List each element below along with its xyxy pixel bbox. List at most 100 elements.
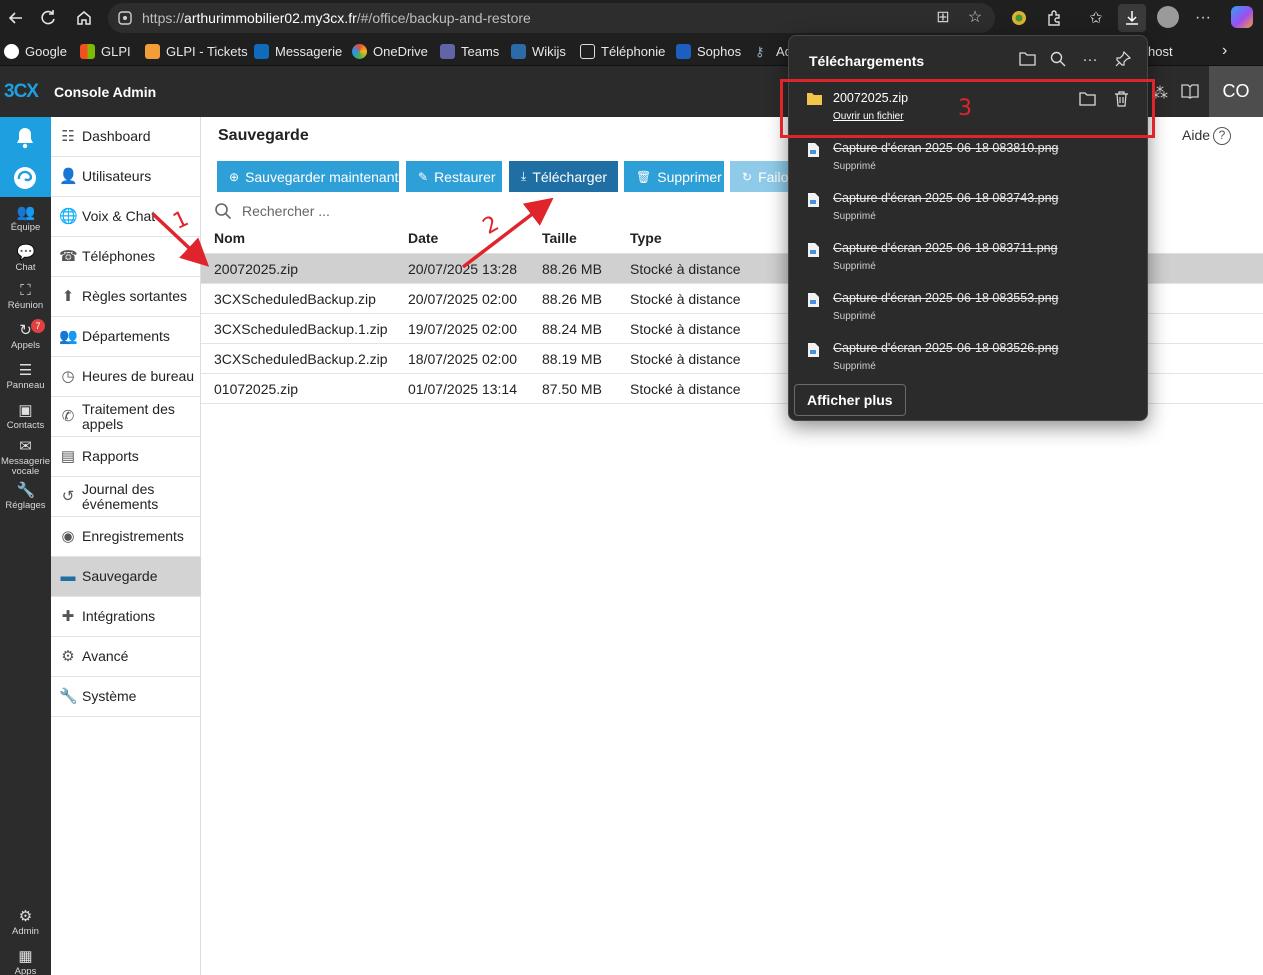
- onedrive-icon: [352, 43, 367, 59]
- restore-button[interactable]: ✎ Restaurer: [406, 161, 502, 192]
- delete-button[interactable]: 🗑 Supprimer: [624, 161, 724, 192]
- rail-appels[interactable]: ↻ Appels 7: [0, 319, 51, 351]
- download-item[interactable]: Capture d'écran 2025-06-18 083743.png Su…: [789, 188, 1149, 238]
- column-header-date[interactable]: Date: [408, 230, 438, 246]
- cell-size: 87.50 MB: [542, 381, 602, 397]
- help-icon[interactable]: ?: [1213, 127, 1231, 145]
- gear-icon: ⚙: [18, 908, 33, 925]
- download-item[interactable]: Capture d'écran 2025-06-18 083810.png Su…: [789, 138, 1149, 188]
- favorite-star-icon[interactable]: ☆: [965, 8, 985, 28]
- rail-chat[interactable]: 💬 Chat: [0, 245, 51, 273]
- rail-panneau[interactable]: ☰ Panneau: [0, 363, 51, 391]
- sidebar-item-departements[interactable]: 👥 Départements: [51, 317, 201, 357]
- book-icon[interactable]: [1181, 83, 1199, 104]
- download-item[interactable]: Capture d'écran 2025-06-18 083526.png Su…: [789, 338, 1149, 388]
- sidebar-item-sauvegarde[interactable]: ▬ Sauvegarde: [51, 557, 201, 597]
- bookmark-onedrive[interactable]: OneDrive: [352, 43, 428, 59]
- apps-grid-icon[interactable]: ⊞: [933, 8, 953, 28]
- bookmark-telephonie[interactable]: Téléphonie: [580, 43, 665, 59]
- image-file-icon: [807, 142, 821, 158]
- glpi-icon: [80, 43, 95, 59]
- rail-apps[interactable]: ▦ Apps: [0, 949, 51, 975]
- cell-size: 88.19 MB: [542, 351, 602, 367]
- column-header-name[interactable]: Nom: [214, 230, 245, 246]
- folder-icon: [580, 43, 595, 59]
- gear-icon: ⚙: [61, 647, 75, 665]
- sidebar-item-systeme[interactable]: 🔧 Système: [51, 677, 201, 717]
- copilot-icon[interactable]: [1231, 6, 1253, 28]
- failover-button[interactable]: ↻ Failo: [730, 161, 788, 192]
- wrench-icon: 🔧: [59, 687, 78, 705]
- show-more-button[interactable]: Afficher plus: [794, 384, 906, 416]
- bookmark-sophos[interactable]: Sophos: [676, 43, 741, 59]
- downloads-icon[interactable]: [1118, 4, 1146, 32]
- bookmark-google[interactable]: Google: [4, 43, 67, 59]
- user-avatar[interactable]: CO: [1209, 66, 1263, 117]
- sidebar-item-enregistrements[interactable]: ◉ Enregistrements: [51, 517, 201, 557]
- extensions-puzzle-icon[interactable]: [1042, 6, 1066, 30]
- more-options-icon[interactable]: ···: [1081, 51, 1099, 69]
- bookmark-messagerie[interactable]: Messagerie: [254, 43, 342, 59]
- address-bar[interactable]: https://arthurimmobilier02.my3cx.fr/#/of…: [108, 3, 995, 33]
- sidebar-item-dashboard[interactable]: ☷ Dashboard: [51, 117, 201, 157]
- sidebar-item-telephones[interactable]: ☎ Téléphones: [51, 237, 201, 277]
- rail-contacts[interactable]: ▣ Contacts: [0, 403, 51, 431]
- favorites-collection-icon[interactable]: ✩: [1084, 6, 1108, 30]
- profile-avatar[interactable]: [1157, 6, 1179, 28]
- bookmark-glpi[interactable]: GLPI: [80, 43, 131, 59]
- sidebar-item-regles-sortantes[interactable]: ⬆ Règles sortantes: [51, 277, 201, 317]
- sidebar-item-avance[interactable]: ⚙ Avancé: [51, 637, 201, 677]
- open-folder-icon[interactable]: [1018, 51, 1036, 69]
- wrench-icon: 🔧: [16, 482, 36, 499]
- edge-icon[interactable]: [12, 165, 38, 191]
- home-icon[interactable]: [72, 6, 96, 30]
- cell-date: 20/07/2025 02:00: [408, 291, 517, 307]
- sidebar-item-journal[interactable]: ↺ Journal des événements: [51, 477, 201, 517]
- wikijs-icon: [511, 43, 526, 59]
- report-icon: ▤: [60, 447, 76, 465]
- sidebar-item-heures-de-bureau[interactable]: ◷ Heures de bureau: [51, 357, 201, 397]
- bell-icon[interactable]: [12, 125, 38, 151]
- extension-colorful-icon[interactable]: [1007, 6, 1031, 30]
- console-title: Console Admin: [54, 84, 157, 100]
- download-button[interactable]: ⤓ Télécharger: [509, 161, 618, 192]
- download-item[interactable]: Capture d'écran 2025-06-18 083553.png Su…: [789, 288, 1149, 338]
- cell-name: 3CXScheduledBackup.1.zip: [214, 321, 388, 337]
- bookmark-host[interactable]: host: [1148, 43, 1173, 59]
- sidebar-item-label: Avancé: [82, 648, 129, 664]
- sidebar-item-traitement-des-appels[interactable]: ✆ Traitement des appels: [51, 397, 201, 437]
- more-options-icon[interactable]: ···: [1191, 6, 1215, 30]
- bookmark-label: GLPI: [101, 43, 131, 59]
- downloads-title: Téléchargements: [809, 53, 925, 69]
- bookmark-teams[interactable]: Teams: [440, 43, 499, 59]
- rail-messagerie-vocale[interactable]: ✉ Messagerie vocale: [0, 439, 51, 477]
- bookmark-wikijs[interactable]: Wikijs: [511, 43, 566, 59]
- sidebar-item-label: Rapports: [82, 448, 139, 464]
- rail-reglages[interactable]: 🔧 Réglages: [0, 483, 51, 511]
- reload-icon[interactable]: [36, 6, 60, 30]
- sidebar-item-integrations[interactable]: ✚ Intégrations: [51, 597, 201, 637]
- backup-now-button[interactable]: ⊕ Sauvegarder maintenant: [217, 161, 399, 192]
- apps-icon: ▦: [18, 948, 33, 965]
- download-icon: ⤓: [521, 169, 527, 183]
- rail-label: Équipe: [10, 222, 41, 233]
- refresh-icon: ↻: [742, 169, 753, 184]
- cell-type: Stocké à distance: [630, 291, 741, 307]
- sidebar-item-utilisateurs[interactable]: 👤 Utilisateurs: [51, 157, 201, 197]
- bookmark-ac[interactable]: ⚷ Ac: [755, 43, 791, 59]
- column-header-type[interactable]: Type: [630, 230, 662, 246]
- rail-admin[interactable]: ⚙ Admin: [0, 909, 51, 937]
- download-item[interactable]: Capture d'écran 2025-06-18 083711.png Su…: [789, 238, 1149, 288]
- pin-icon[interactable]: [1114, 50, 1132, 69]
- search-downloads-icon[interactable]: [1049, 51, 1067, 69]
- rail-equipe[interactable]: 👥 Équipe: [0, 205, 51, 233]
- rail-reunion[interactable]: ⛶ Réunion: [0, 283, 51, 311]
- help-link[interactable]: Aide: [1182, 127, 1210, 143]
- browser-toolbar: https://arthurimmobilier02.my3cx.fr/#/of…: [0, 0, 1263, 36]
- sidebar-item-rapports[interactable]: ▤ Rapports: [51, 437, 201, 477]
- bookmark-glpi-tickets[interactable]: GLPI - Tickets: [145, 43, 248, 59]
- site-info-icon[interactable]: [117, 10, 133, 26]
- chevron-right-icon[interactable]: ›: [1222, 42, 1227, 59]
- column-header-size[interactable]: Taille: [542, 230, 577, 246]
- back-icon[interactable]: [4, 6, 28, 30]
